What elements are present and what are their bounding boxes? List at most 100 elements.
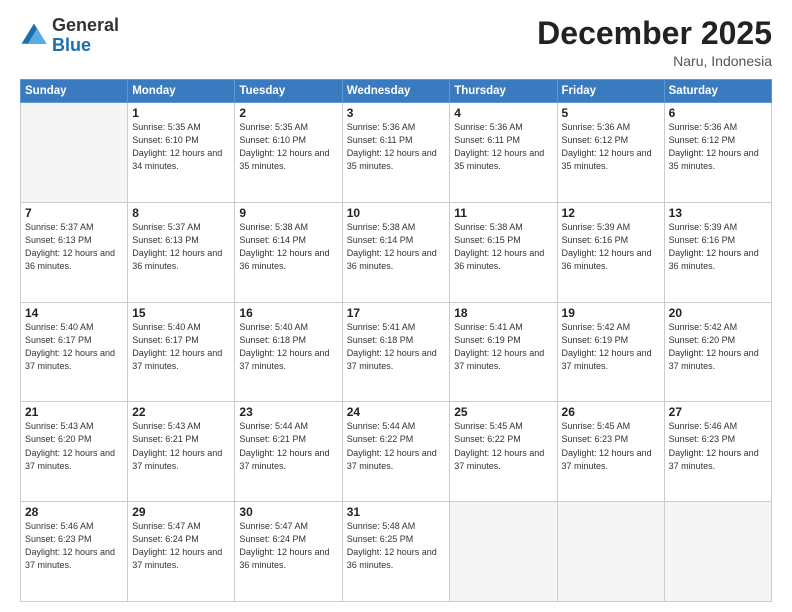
calendar-week-row: 21Sunrise: 5:43 AMSunset: 6:20 PMDayligh… [21,402,772,502]
day-info: Sunrise: 5:44 AMSunset: 6:21 PMDaylight:… [239,420,337,472]
day-number: 26 [562,405,660,419]
calendar-cell: 31Sunrise: 5:48 AMSunset: 6:25 PMDayligh… [342,502,450,602]
calendar-cell: 23Sunrise: 5:44 AMSunset: 6:21 PMDayligh… [235,402,342,502]
day-info: Sunrise: 5:35 AMSunset: 6:10 PMDaylight:… [132,121,230,173]
day-info: Sunrise: 5:40 AMSunset: 6:17 PMDaylight:… [132,321,230,373]
calendar-cell: 1Sunrise: 5:35 AMSunset: 6:10 PMDaylight… [128,103,235,203]
day-number: 4 [454,106,552,120]
day-info: Sunrise: 5:36 AMSunset: 6:11 PMDaylight:… [454,121,552,173]
calendar-cell: 12Sunrise: 5:39 AMSunset: 6:16 PMDayligh… [557,202,664,302]
day-number: 6 [669,106,767,120]
day-number: 30 [239,505,337,519]
calendar-cell: 14Sunrise: 5:40 AMSunset: 6:17 PMDayligh… [21,302,128,402]
day-number: 29 [132,505,230,519]
weekday-header: Tuesday [235,80,342,103]
weekday-header: Saturday [664,80,771,103]
calendar-cell: 11Sunrise: 5:38 AMSunset: 6:15 PMDayligh… [450,202,557,302]
day-info: Sunrise: 5:46 AMSunset: 6:23 PMDaylight:… [25,520,123,572]
day-number: 8 [132,206,230,220]
day-info: Sunrise: 5:40 AMSunset: 6:18 PMDaylight:… [239,321,337,373]
day-number: 1 [132,106,230,120]
day-number: 15 [132,306,230,320]
calendar-cell: 29Sunrise: 5:47 AMSunset: 6:24 PMDayligh… [128,502,235,602]
calendar-cell: 5Sunrise: 5:36 AMSunset: 6:12 PMDaylight… [557,103,664,203]
calendar-table: SundayMondayTuesdayWednesdayThursdayFrid… [20,79,772,602]
day-number: 11 [454,206,552,220]
day-info: Sunrise: 5:36 AMSunset: 6:12 PMDaylight:… [669,121,767,173]
day-info: Sunrise: 5:44 AMSunset: 6:22 PMDaylight:… [347,420,446,472]
month-title: December 2025 [537,16,772,51]
day-info: Sunrise: 5:47 AMSunset: 6:24 PMDaylight:… [239,520,337,572]
calendar-cell: 25Sunrise: 5:45 AMSunset: 6:22 PMDayligh… [450,402,557,502]
day-number: 20 [669,306,767,320]
calendar-week-row: 1Sunrise: 5:35 AMSunset: 6:10 PMDaylight… [21,103,772,203]
page: General Blue December 2025 Naru, Indones… [0,0,792,612]
calendar-cell [21,103,128,203]
weekday-header: Thursday [450,80,557,103]
calendar-cell: 27Sunrise: 5:46 AMSunset: 6:23 PMDayligh… [664,402,771,502]
day-info: Sunrise: 5:41 AMSunset: 6:18 PMDaylight:… [347,321,446,373]
day-info: Sunrise: 5:38 AMSunset: 6:14 PMDaylight:… [347,221,446,273]
calendar-cell: 18Sunrise: 5:41 AMSunset: 6:19 PMDayligh… [450,302,557,402]
logo-icon [20,22,48,50]
calendar-cell: 26Sunrise: 5:45 AMSunset: 6:23 PMDayligh… [557,402,664,502]
calendar-cell: 20Sunrise: 5:42 AMSunset: 6:20 PMDayligh… [664,302,771,402]
calendar-week-row: 14Sunrise: 5:40 AMSunset: 6:17 PMDayligh… [21,302,772,402]
day-info: Sunrise: 5:45 AMSunset: 6:22 PMDaylight:… [454,420,552,472]
calendar-cell: 17Sunrise: 5:41 AMSunset: 6:18 PMDayligh… [342,302,450,402]
day-number: 21 [25,405,123,419]
day-number: 19 [562,306,660,320]
weekday-header: Sunday [21,80,128,103]
day-info: Sunrise: 5:39 AMSunset: 6:16 PMDaylight:… [669,221,767,273]
day-number: 16 [239,306,337,320]
calendar-cell [557,502,664,602]
calendar-cell: 6Sunrise: 5:36 AMSunset: 6:12 PMDaylight… [664,103,771,203]
weekday-header: Friday [557,80,664,103]
day-number: 13 [669,206,767,220]
calendar-cell: 3Sunrise: 5:36 AMSunset: 6:11 PMDaylight… [342,103,450,203]
calendar-cell: 19Sunrise: 5:42 AMSunset: 6:19 PMDayligh… [557,302,664,402]
calendar-week-row: 28Sunrise: 5:46 AMSunset: 6:23 PMDayligh… [21,502,772,602]
day-number: 3 [347,106,446,120]
day-info: Sunrise: 5:37 AMSunset: 6:13 PMDaylight:… [25,221,123,273]
weekday-header: Monday [128,80,235,103]
day-info: Sunrise: 5:40 AMSunset: 6:17 PMDaylight:… [25,321,123,373]
calendar-header-row: SundayMondayTuesdayWednesdayThursdayFrid… [21,80,772,103]
day-info: Sunrise: 5:35 AMSunset: 6:10 PMDaylight:… [239,121,337,173]
day-info: Sunrise: 5:38 AMSunset: 6:15 PMDaylight:… [454,221,552,273]
day-info: Sunrise: 5:38 AMSunset: 6:14 PMDaylight:… [239,221,337,273]
day-info: Sunrise: 5:41 AMSunset: 6:19 PMDaylight:… [454,321,552,373]
day-number: 14 [25,306,123,320]
day-number: 25 [454,405,552,419]
day-number: 5 [562,106,660,120]
day-number: 27 [669,405,767,419]
day-info: Sunrise: 5:39 AMSunset: 6:16 PMDaylight:… [562,221,660,273]
calendar-cell: 2Sunrise: 5:35 AMSunset: 6:10 PMDaylight… [235,103,342,203]
logo-text: General Blue [52,16,119,56]
day-number: 2 [239,106,337,120]
calendar-cell: 16Sunrise: 5:40 AMSunset: 6:18 PMDayligh… [235,302,342,402]
calendar-cell: 21Sunrise: 5:43 AMSunset: 6:20 PMDayligh… [21,402,128,502]
day-number: 31 [347,505,446,519]
day-number: 17 [347,306,446,320]
day-number: 28 [25,505,123,519]
day-info: Sunrise: 5:42 AMSunset: 6:19 PMDaylight:… [562,321,660,373]
day-info: Sunrise: 5:36 AMSunset: 6:11 PMDaylight:… [347,121,446,173]
day-number: 24 [347,405,446,419]
day-number: 23 [239,405,337,419]
day-info: Sunrise: 5:43 AMSunset: 6:21 PMDaylight:… [132,420,230,472]
calendar-cell: 22Sunrise: 5:43 AMSunset: 6:21 PMDayligh… [128,402,235,502]
calendar-cell: 7Sunrise: 5:37 AMSunset: 6:13 PMDaylight… [21,202,128,302]
calendar-cell: 8Sunrise: 5:37 AMSunset: 6:13 PMDaylight… [128,202,235,302]
calendar-cell: 28Sunrise: 5:46 AMSunset: 6:23 PMDayligh… [21,502,128,602]
title-block: December 2025 Naru, Indonesia [537,16,772,69]
calendar-cell: 15Sunrise: 5:40 AMSunset: 6:17 PMDayligh… [128,302,235,402]
day-info: Sunrise: 5:47 AMSunset: 6:24 PMDaylight:… [132,520,230,572]
calendar-cell: 10Sunrise: 5:38 AMSunset: 6:14 PMDayligh… [342,202,450,302]
calendar-cell: 4Sunrise: 5:36 AMSunset: 6:11 PMDaylight… [450,103,557,203]
calendar-cell: 24Sunrise: 5:44 AMSunset: 6:22 PMDayligh… [342,402,450,502]
logo-general-text: General [52,15,119,35]
day-info: Sunrise: 5:36 AMSunset: 6:12 PMDaylight:… [562,121,660,173]
calendar-cell: 9Sunrise: 5:38 AMSunset: 6:14 PMDaylight… [235,202,342,302]
header: General Blue December 2025 Naru, Indones… [20,16,772,69]
